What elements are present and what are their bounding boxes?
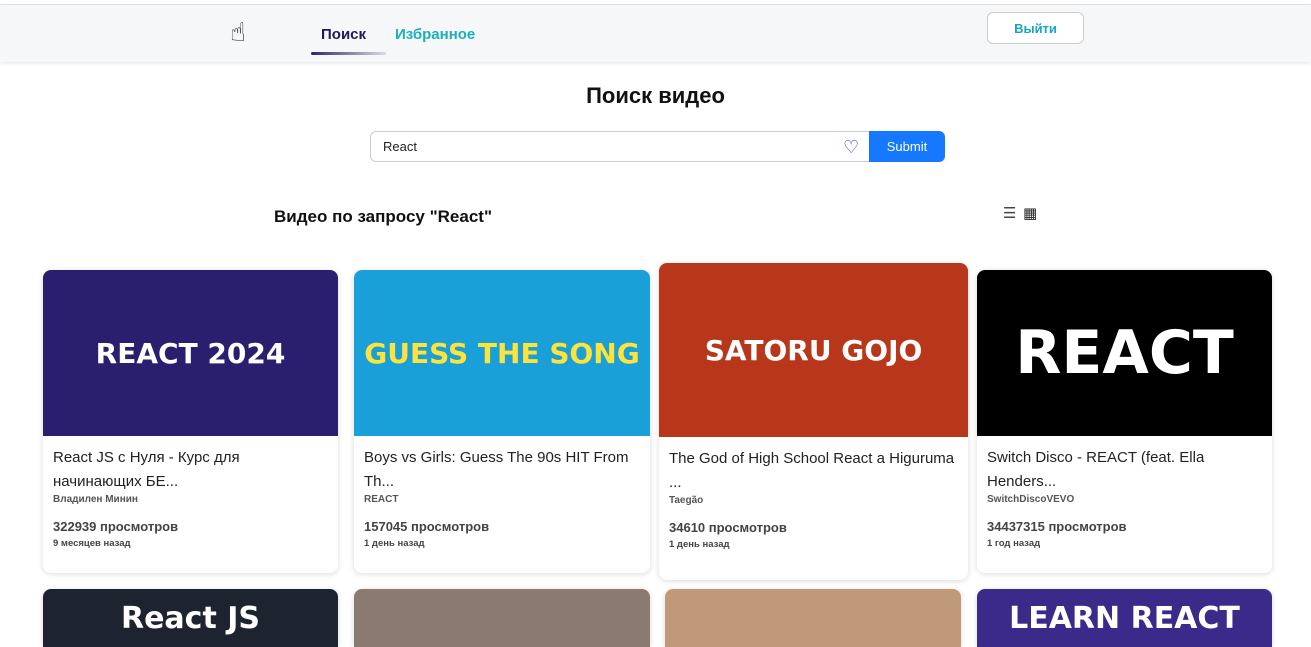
channel-name: REACT: [364, 494, 399, 505]
published-ago: 1 день назад: [669, 539, 730, 550]
tab-favorites[interactable]: Избранное: [395, 26, 475, 43]
active-tab-indicator: [311, 52, 386, 55]
video-card[interactable]: REACT Switch Disco - REACT (feat. Ella He…: [977, 270, 1272, 573]
thumbnail-lettering: LEARN REACT: [1009, 600, 1240, 636]
channel-name: Владилен Минин: [53, 494, 138, 505]
video-title[interactable]: The God of High School React a Higuruma …: [669, 447, 958, 495]
video-thumbnail[interactable]: GUESS THE SONG: [354, 270, 650, 436]
video-thumbnail[interactable]: LEARN REACT: [977, 589, 1272, 647]
video-thumbnail[interactable]: [665, 589, 961, 647]
view-count: 157045 просмотров: [364, 519, 490, 534]
video-card[interactable]: React JS: [43, 589, 338, 647]
video-thumbnail[interactable]: REACT 2024: [43, 270, 338, 436]
video-card[interactable]: [354, 589, 650, 647]
submit-button[interactable]: Submit: [869, 131, 945, 162]
video-thumbnail[interactable]: SATORU GOJO: [659, 263, 968, 437]
video-card[interactable]: [665, 589, 961, 647]
grid-icon[interactable]: ▦: [1023, 204, 1037, 222]
published-ago: 1 день назад: [364, 538, 425, 549]
video-thumbnail[interactable]: React JS: [43, 589, 338, 647]
list-icon[interactable]: ☰: [1003, 204, 1016, 222]
page-title: Поиск видео: [586, 83, 725, 108]
view-count: 322939 просмотров: [53, 519, 179, 534]
video-title[interactable]: Boys vs Girls: Guess The 90s HIT From Th…: [364, 446, 640, 494]
thumbnail-lettering: GUESS THE SONG: [364, 336, 640, 370]
logout-button[interactable]: Выйти: [987, 12, 1084, 44]
view-count: 34437315 просмотров: [987, 519, 1127, 534]
published-ago: 9 месяцев назад: [53, 538, 131, 549]
results-title: Видео по запросу "React": [274, 207, 493, 226]
channel-name: Taegão: [669, 495, 704, 506]
hand-pointer-icon[interactable]: ☝: [230, 17, 246, 48]
video-thumbnail[interactable]: [354, 589, 650, 647]
thumbnail-lettering: React JS: [120, 600, 261, 636]
heart-icon[interactable]: ♡: [843, 137, 859, 158]
header: ☝: [0, 5, 1311, 62]
search-input[interactable]: React: [370, 131, 870, 162]
channel-name: SwitchDiscoVEVO: [987, 494, 1075, 505]
tab-search[interactable]: Поиск: [321, 26, 366, 43]
view-count: 34610 просмотров: [669, 520, 787, 535]
video-card[interactable]: SATORU GOJO The God of High School React …: [659, 263, 968, 580]
thumbnail-lettering: REACT: [1015, 318, 1234, 388]
video-title[interactable]: Switch Disco - REACT (feat. Ella Henders…: [987, 446, 1262, 494]
thumbnail-lettering: SATORU GOJO: [704, 333, 923, 367]
video-card[interactable]: LEARN REACT: [977, 589, 1272, 647]
video-thumbnail[interactable]: REACT: [977, 270, 1272, 436]
published-ago: 1 год назад: [987, 538, 1041, 549]
thumbnail-lettering: REACT 2024: [95, 336, 286, 370]
video-card[interactable]: GUESS THE SONG Boys vs Girls: Guess The 9…: [354, 270, 650, 573]
video-card[interactable]: REACT 2024 React JS с Нуля - Курс для нач…: [43, 270, 338, 573]
video-title[interactable]: React JS с Нуля - Курс для начинающих БЕ…: [53, 446, 328, 494]
